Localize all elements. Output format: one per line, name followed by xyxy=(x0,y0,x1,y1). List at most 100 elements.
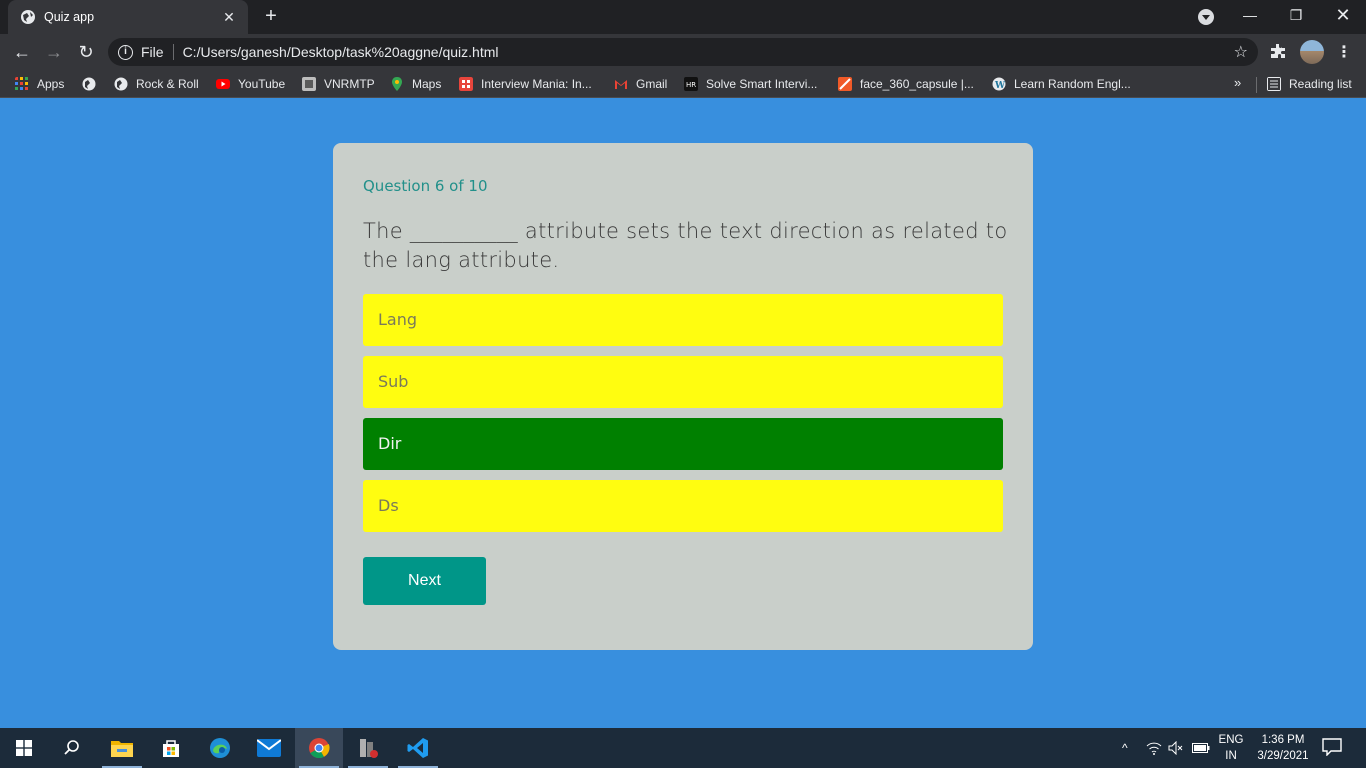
start-button[interactable] xyxy=(0,728,48,768)
taskbar-app[interactable] xyxy=(344,728,392,768)
region-code: IN xyxy=(1225,750,1237,762)
chrome-menu-icon[interactable]: ⋮ xyxy=(1336,42,1352,62)
back-button[interactable]: ← xyxy=(9,39,35,65)
youtube-icon xyxy=(216,79,230,89)
bookmark-label: VNRMTP xyxy=(324,77,375,91)
mail-icon xyxy=(257,739,281,757)
bookmarks-divider xyxy=(1256,77,1257,93)
reload-button[interactable]: ↻ xyxy=(73,39,99,65)
volume-muted-icon[interactable] xyxy=(1168,728,1184,768)
tab-close-icon[interactable]: ✕ xyxy=(220,9,238,26)
bookmark-maps[interactable]: Maps xyxy=(390,75,441,93)
address-divider xyxy=(172,44,174,60)
globe-icon xyxy=(114,77,128,91)
svg-text:HR: HR xyxy=(686,81,696,89)
bookmark-label: YouTube xyxy=(238,77,286,91)
bookmark-globe[interactable] xyxy=(82,75,104,93)
answer-option-ds[interactable]: Ds xyxy=(363,480,1003,532)
taskbar-store[interactable] xyxy=(147,728,195,768)
interview-mania-icon xyxy=(459,77,473,91)
bookmark-label: Apps xyxy=(37,77,65,91)
battery-icon[interactable] xyxy=(1192,728,1210,768)
bookmark-youtube[interactable]: YouTube xyxy=(216,75,285,93)
gmail-icon xyxy=(615,80,627,89)
quiz-card: Question 6 of 10 The __________ attribut… xyxy=(333,143,1033,650)
wifi-icon[interactable] xyxy=(1146,728,1162,768)
new-tab-button[interactable]: + xyxy=(260,6,282,28)
reading-list-icon xyxy=(1267,77,1281,91)
language-code: ENG xyxy=(1218,734,1244,746)
answer-option-sub[interactable]: Sub xyxy=(363,356,1003,408)
store-icon xyxy=(163,740,179,757)
taskbar-edge[interactable] xyxy=(196,728,244,768)
bookmarks-bar: Apps Rock & Roll YouTube VNRMTP Maps Int… xyxy=(0,70,1366,98)
wordpress-icon: W xyxy=(992,77,1006,91)
reading-list-label: Reading list xyxy=(1289,77,1352,91)
forward-button[interactable]: → xyxy=(41,39,67,65)
vscode-icon xyxy=(407,738,428,758)
bookmark-label: face_360_capsule |... xyxy=(860,77,974,91)
bookmark-label: Rock & Roll xyxy=(136,77,199,91)
vnrmtp-icon xyxy=(302,77,316,91)
taskbar-search-button[interactable] xyxy=(48,728,96,768)
tab-search-icon[interactable] xyxy=(1198,9,1214,25)
edge-icon xyxy=(210,738,230,758)
extensions-icon[interactable] xyxy=(1270,43,1286,59)
bookmark-label: Interview Mania: In... xyxy=(481,77,592,91)
url-scheme-label: File xyxy=(141,44,164,60)
file-explorer-icon xyxy=(111,741,133,757)
address-bar[interactable]: i File C:/Users/ganesh/Desktop/task%20ag… xyxy=(108,38,1258,66)
capsule-icon xyxy=(838,77,852,91)
bookmark-interview-mania[interactable]: Interview Mania: In... xyxy=(459,75,592,93)
url-text[interactable]: C:/Users/ganesh/Desktop/task%20aggne/qui… xyxy=(183,44,1234,60)
taskbar-file-explorer[interactable] xyxy=(98,728,146,768)
clock-date: 3/29/2021 xyxy=(1257,750,1309,762)
chrome-icon xyxy=(309,738,330,759)
tab-quiz-app[interactable]: Quiz app ✕ xyxy=(8,0,248,34)
bookmark-vnrmtp[interactable]: VNRMTP xyxy=(302,75,375,93)
bookmark-solve-smart[interactable]: HR Solve Smart Intervi... xyxy=(684,75,817,93)
bookmark-gmail[interactable]: Gmail xyxy=(614,75,667,93)
bookmark-label: Solve Smart Intervi... xyxy=(706,77,818,91)
clock-time: 1:36 PM xyxy=(1261,734,1305,746)
globe-icon xyxy=(82,77,96,91)
system-clock[interactable]: 1:36 PM 3/29/2021 xyxy=(1250,732,1316,764)
close-window-button[interactable]: ✕ xyxy=(1320,0,1366,30)
show-hidden-icons[interactable]: ^ xyxy=(1122,728,1128,768)
bookmarks-overflow-button[interactable]: » xyxy=(1234,75,1241,90)
restore-button[interactable]: ❐ xyxy=(1273,0,1319,30)
app-icon xyxy=(360,739,378,758)
bookmark-learn-english[interactable]: W Learn Random Engl... xyxy=(992,75,1131,93)
apps-grid-icon xyxy=(15,77,28,90)
reading-list-button[interactable]: Reading list xyxy=(1267,75,1352,93)
tab-title: Quiz app xyxy=(44,10,95,24)
bookmark-apps[interactable]: Apps xyxy=(15,75,64,93)
bookmark-label: Maps xyxy=(412,77,442,91)
maps-pin-icon xyxy=(392,77,402,91)
browser-tab-strip: Quiz app ✕ + — ❐ ✕ xyxy=(0,0,1366,34)
question-text: The __________ attribute sets the text d… xyxy=(363,219,1008,272)
minimize-button[interactable]: — xyxy=(1227,0,1273,30)
answer-option-dir[interactable]: Dir xyxy=(363,418,1003,470)
bookmark-star-icon[interactable]: ☆ xyxy=(1234,42,1248,62)
globe-icon xyxy=(21,10,35,24)
svg-text:W: W xyxy=(994,81,1006,91)
notifications-icon[interactable] xyxy=(1322,738,1342,757)
bookmark-label: Learn Random Engl... xyxy=(1014,77,1131,91)
taskbar-mail[interactable] xyxy=(245,728,293,768)
bookmark-rock-roll[interactable]: Rock & Roll xyxy=(114,75,199,93)
bookmark-label: Gmail xyxy=(636,77,668,91)
profile-avatar[interactable] xyxy=(1300,40,1324,64)
bookmark-face-capsule[interactable]: face_360_capsule |... xyxy=(838,75,974,93)
windows-taskbar: ^ ENG IN 1:36 PM 3/29/2021 xyxy=(0,728,1366,768)
taskbar-chrome[interactable] xyxy=(295,728,343,768)
taskbar-vscode[interactable] xyxy=(394,728,442,768)
browser-toolbar: ← → ↻ i File C:/Users/ganesh/Desktop/tas… xyxy=(0,34,1366,70)
site-info-icon[interactable]: i xyxy=(118,44,133,60)
search-icon xyxy=(64,740,79,755)
hackerrank-icon: HR xyxy=(684,77,698,91)
question-counter: Question 6 of 10 xyxy=(363,177,488,195)
language-indicator[interactable]: ENG IN xyxy=(1214,732,1248,764)
next-button[interactable]: Next xyxy=(363,557,486,605)
answer-option-lang[interactable]: Lang xyxy=(363,294,1003,346)
